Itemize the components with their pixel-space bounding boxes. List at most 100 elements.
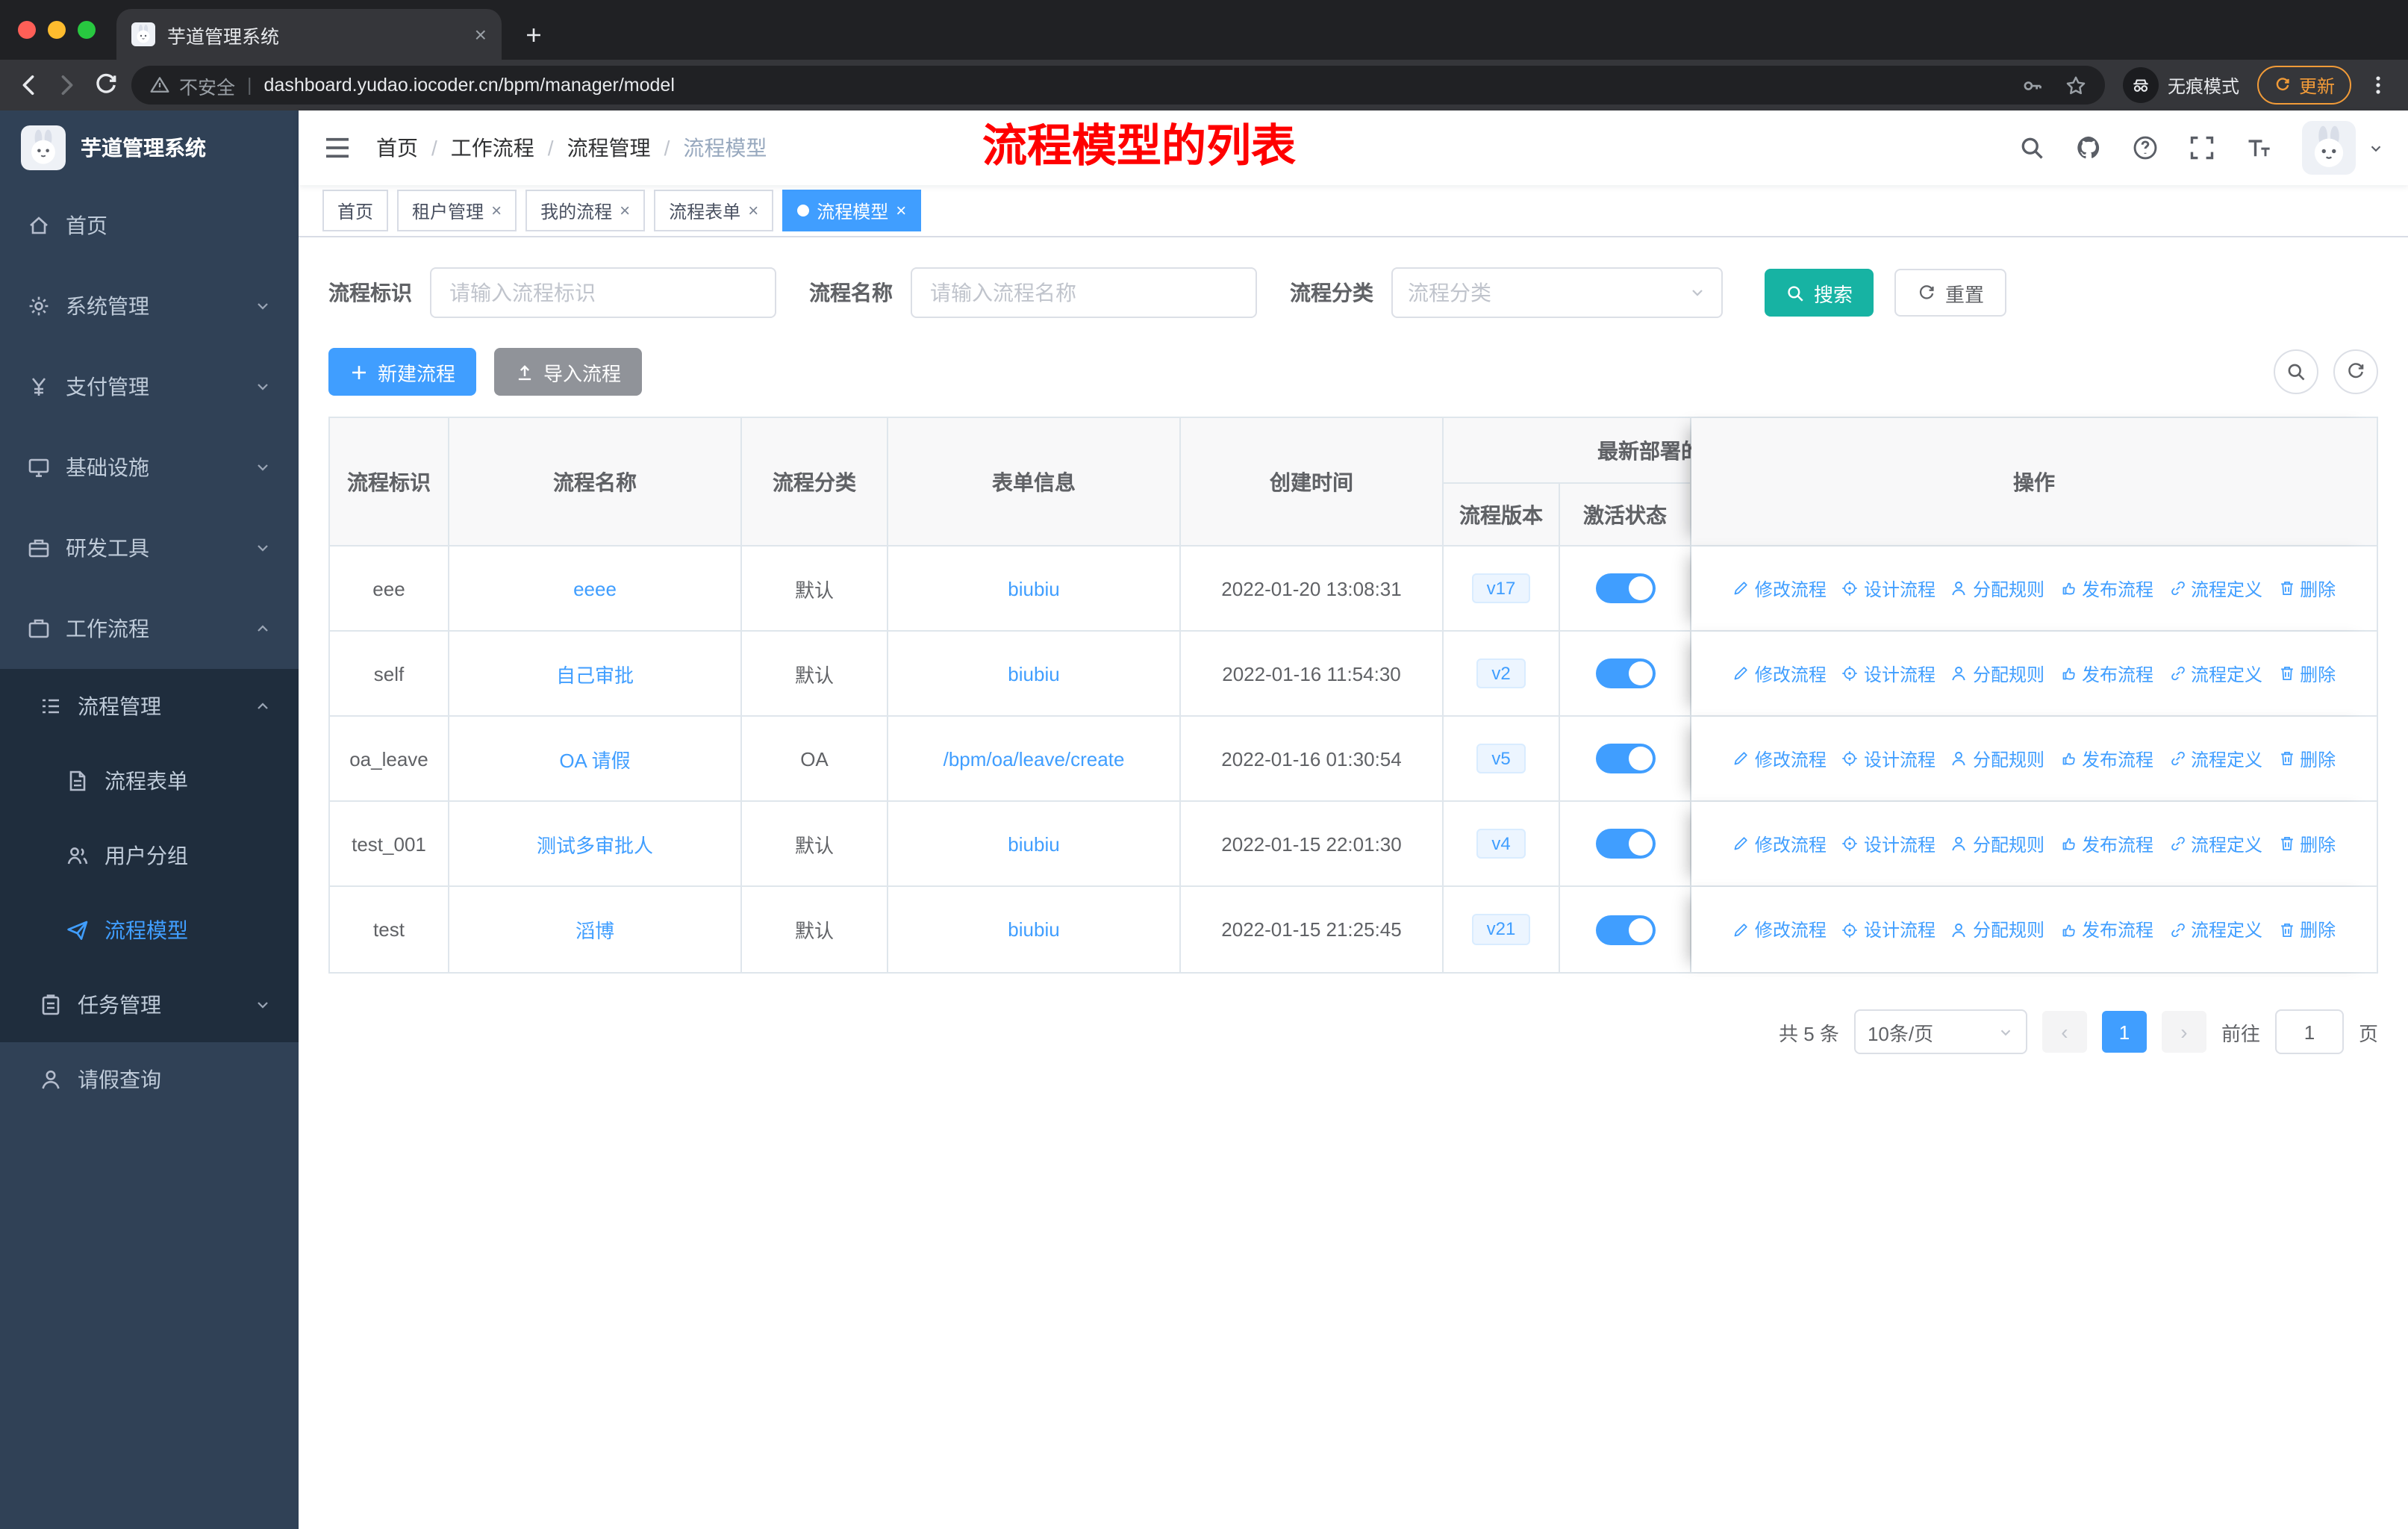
page-size-select[interactable]: 10条/页 — [1853, 1009, 2027, 1054]
form-info-link[interactable]: biubiu — [1008, 918, 1059, 941]
toggle-search-button[interactable] — [2274, 349, 2318, 394]
process-name-link[interactable]: OA 请假 — [559, 744, 630, 773]
tab-close-icon[interactable]: × — [475, 22, 487, 46]
design-process-link[interactable]: 设计流程 — [1841, 917, 1936, 942]
form-info-link[interactable]: biubiu — [1008, 577, 1059, 600]
avatar[interactable] — [2302, 121, 2356, 175]
minimize-window-button[interactable] — [48, 21, 66, 39]
sidebar-item-process-management[interactable]: 流程管理 — [0, 669, 299, 744]
goto-page-input[interactable] — [2274, 1009, 2344, 1054]
reload-icon[interactable] — [93, 72, 119, 99]
design-process-link[interactable]: 设计流程 — [1841, 576, 1936, 601]
process-id-input[interactable] — [430, 267, 776, 318]
zoom-window-button[interactable] — [78, 21, 96, 39]
sidebar-item-home[interactable]: 首页 — [0, 185, 299, 266]
process-category-select[interactable]: 流程分类 — [1391, 267, 1723, 318]
sidebar-item-infrastructure[interactable]: 基础设施 — [0, 427, 299, 508]
tag-process-forms[interactable]: 流程表单 × — [654, 190, 774, 231]
hamburger-icon[interactable] — [322, 133, 352, 163]
delete-process-link[interactable]: 删除 — [2277, 831, 2336, 856]
process-definition-link[interactable]: 流程定义 — [2168, 746, 2262, 771]
design-process-link[interactable]: 设计流程 — [1841, 831, 1936, 856]
font-size-icon[interactable] — [2245, 134, 2272, 161]
process-name-link[interactable]: 测试多审批人 — [537, 829, 653, 858]
tag-my-processes[interactable]: 我的流程 × — [525, 190, 646, 231]
process-definition-link[interactable]: 流程定义 — [2168, 831, 2262, 856]
status-toggle[interactable] — [1595, 829, 1655, 859]
close-icon[interactable]: × — [620, 200, 630, 221]
design-process-link[interactable]: 设计流程 — [1841, 746, 1936, 771]
next-page-button[interactable]: › — [2161, 1011, 2206, 1053]
import-process-button[interactable]: 导入流程 — [494, 348, 643, 396]
process-definition-link[interactable]: 流程定义 — [2168, 576, 2262, 601]
password-key-icon[interactable] — [2021, 74, 2044, 96]
publish-process-link[interactable]: 发布流程 — [2059, 661, 2153, 686]
edit-process-link[interactable]: 修改流程 — [1732, 831, 1827, 856]
sidebar-item-process-forms[interactable]: 流程表单 — [0, 744, 299, 818]
assign-rule-link[interactable]: 分配规则 — [1950, 746, 2044, 771]
sidebar-item-devtools[interactable]: 研发工具 — [0, 508, 299, 588]
prev-page-button[interactable]: ‹ — [2042, 1011, 2087, 1053]
status-toggle[interactable] — [1595, 744, 1655, 773]
form-info-link[interactable]: biubiu — [1008, 832, 1059, 855]
current-page-button[interactable]: 1 — [2101, 1011, 2147, 1053]
publish-process-link[interactable]: 发布流程 — [2059, 917, 2153, 942]
url-text[interactable]: dashboard.yudao.iocoder.cn/bpm/manager/m… — [264, 75, 675, 96]
tag-home[interactable]: 首页 — [322, 190, 389, 231]
search-icon[interactable] — [2018, 134, 2045, 161]
edit-process-link[interactable]: 修改流程 — [1732, 576, 1827, 601]
publish-process-link[interactable]: 发布流程 — [2059, 831, 2153, 856]
assign-rule-link[interactable]: 分配规则 — [1950, 576, 2044, 601]
browser-menu-icon[interactable] — [2366, 73, 2390, 97]
assign-rule-link[interactable]: 分配规则 — [1950, 917, 2044, 942]
edit-process-link[interactable]: 修改流程 — [1732, 746, 1827, 771]
breadcrumb-home[interactable]: 首页 — [376, 133, 418, 163]
refresh-table-button[interactable] — [2333, 349, 2378, 394]
design-process-link[interactable]: 设计流程 — [1841, 661, 1936, 686]
process-name-input[interactable] — [911, 267, 1257, 318]
status-toggle[interactable] — [1595, 573, 1655, 603]
process-name-link[interactable]: 滔博 — [576, 915, 614, 944]
tag-process-models[interactable]: 流程模型 × — [782, 190, 922, 231]
breadcrumb-process-management[interactable]: 流程管理 — [567, 133, 651, 163]
delete-process-link[interactable]: 删除 — [2277, 917, 2336, 942]
edit-process-link[interactable]: 修改流程 — [1732, 661, 1827, 686]
new-tab-button[interactable] — [514, 15, 552, 54]
edit-process-link[interactable]: 修改流程 — [1732, 917, 1827, 942]
breadcrumb-workflow[interactable]: 工作流程 — [451, 133, 534, 163]
help-icon[interactable] — [2132, 134, 2159, 161]
form-info-link[interactable]: /bpm/oa/leave/create — [943, 747, 1125, 770]
github-icon[interactable] — [2075, 134, 2102, 161]
not-secure-warning-icon[interactable] — [149, 75, 170, 96]
sidebar-item-payment[interactable]: 支付管理 — [0, 346, 299, 427]
tag-tenant-management[interactable]: 租户管理 × — [397, 190, 517, 231]
bookmark-star-icon[interactable] — [2065, 74, 2087, 96]
sidebar-item-task-management[interactable]: 任务管理 — [0, 968, 299, 1042]
sidebar-item-workflow[interactable]: 工作流程 — [0, 588, 299, 669]
forward-icon[interactable] — [54, 72, 81, 99]
browser-tab[interactable]: 芋道管理系统 × — [116, 9, 502, 60]
close-icon[interactable]: × — [748, 200, 758, 221]
fullscreen-icon[interactable] — [2189, 134, 2215, 161]
reset-button[interactable]: 重置 — [1894, 269, 2007, 317]
publish-process-link[interactable]: 发布流程 — [2059, 576, 2153, 601]
sidebar-item-leave-query[interactable]: 请假查询 — [0, 1042, 299, 1117]
process-name-link[interactable]: eeee — [573, 577, 617, 600]
status-toggle[interactable] — [1595, 915, 1655, 944]
status-toggle[interactable] — [1595, 658, 1655, 688]
back-icon[interactable] — [15, 72, 42, 99]
publish-process-link[interactable]: 发布流程 — [2059, 746, 2153, 771]
close-window-button[interactable] — [18, 21, 36, 39]
delete-process-link[interactable]: 删除 — [2277, 746, 2336, 771]
delete-process-link[interactable]: 删除 — [2277, 576, 2336, 601]
process-definition-link[interactable]: 流程定义 — [2168, 917, 2262, 942]
assign-rule-link[interactable]: 分配规则 — [1950, 831, 2044, 856]
security-label[interactable]: 不安全 — [179, 71, 235, 99]
assign-rule-link[interactable]: 分配规则 — [1950, 661, 2044, 686]
update-button[interactable]: 更新 — [2256, 66, 2351, 105]
form-info-link[interactable]: biubiu — [1008, 662, 1059, 685]
sidebar-item-system[interactable]: 系统管理 — [0, 266, 299, 346]
address-bar[interactable]: 不安全 | dashboard.yudao.iocoder.cn/bpm/man… — [131, 66, 2105, 105]
sidebar-item-process-models[interactable]: 流程模型 — [0, 893, 299, 968]
delete-process-link[interactable]: 删除 — [2277, 661, 2336, 686]
